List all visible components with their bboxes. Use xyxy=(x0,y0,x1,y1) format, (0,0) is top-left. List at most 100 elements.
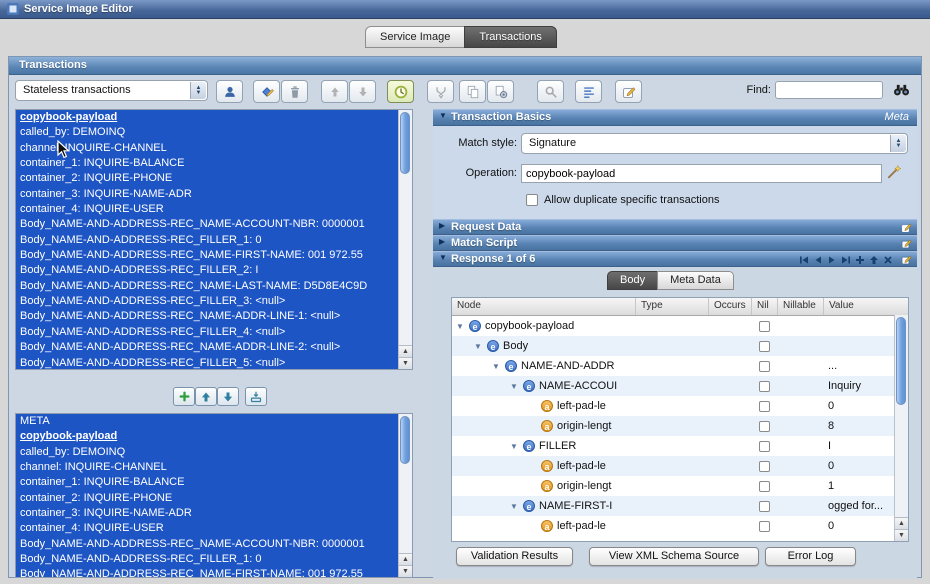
meta-row[interactable]: container_1: INQUIRE-BALANCE xyxy=(16,475,412,490)
transaction-row[interactable]: called_by: DEMOINQ xyxy=(16,125,412,140)
col-nil[interactable]: Nil xyxy=(751,298,777,315)
tree-row[interactable]: aleft-pad-le 0 xyxy=(452,396,895,416)
edit-icon[interactable] xyxy=(901,222,912,236)
node-value[interactable]: 0 xyxy=(823,396,895,416)
node-value[interactable]: 0 xyxy=(823,516,895,536)
col-value[interactable]: Value xyxy=(823,298,895,315)
error-log-button[interactable]: Error Log xyxy=(765,547,856,566)
import-meta-button[interactable] xyxy=(245,387,267,406)
expander-right-icon[interactable]: ▶ xyxy=(439,237,445,246)
transaction-row[interactable]: Body_NAME-AND-ADDRESS-REC_NAME-LAST-NAME… xyxy=(16,279,412,294)
tab-service-image[interactable]: Service Image xyxy=(365,26,464,48)
copy-docs-button[interactable] xyxy=(459,80,486,103)
meta-move-up-button[interactable] xyxy=(195,387,217,406)
node-value[interactable]: ... xyxy=(823,356,895,376)
meta-row[interactable]: container_2: INQUIRE-PHONE xyxy=(16,491,412,506)
delete-button[interactable] xyxy=(281,80,308,103)
operation-input[interactable] xyxy=(521,164,882,183)
merge-button[interactable] xyxy=(427,80,454,103)
expander-down-icon[interactable]: ▼ xyxy=(439,253,447,262)
scroll-up-icon[interactable]: ▲ xyxy=(399,345,412,357)
scroll-up-icon[interactable]: ▲ xyxy=(399,553,412,565)
node-value[interactable]: Inquiry xyxy=(823,376,895,396)
nil-checkbox[interactable] xyxy=(759,361,770,372)
title-bar[interactable]: Service Image Editor xyxy=(0,0,930,19)
nil-checkbox[interactable] xyxy=(759,381,770,392)
response-header[interactable]: ▼ Response 1 of 6 xyxy=(433,251,917,267)
nil-checkbox[interactable] xyxy=(759,341,770,352)
meta-row[interactable]: Body_NAME-AND-ADDRESS-REC_NAME-FIRST-NAM… xyxy=(16,567,412,578)
node-value[interactable] xyxy=(823,336,895,356)
scroll-down-icon[interactable]: ▼ xyxy=(399,565,412,577)
view-xml-schema-source-button[interactable]: View XML Schema Source xyxy=(589,547,759,566)
transaction-row[interactable]: Body_NAME-AND-ADDRESS-REC_FILLER_2: I xyxy=(16,263,412,278)
meta-row[interactable]: called_by: DEMOINQ xyxy=(16,445,412,460)
sort-list-button[interactable] xyxy=(575,80,602,103)
col-type[interactable]: Type xyxy=(635,298,708,315)
add-plus-icon[interactable] xyxy=(855,255,865,265)
expander-down-icon[interactable]: ▼ xyxy=(439,111,447,120)
expander-right-icon[interactable]: ▶ xyxy=(439,221,445,230)
col-node[interactable]: Node xyxy=(452,298,635,315)
nil-checkbox[interactable] xyxy=(759,421,770,432)
scrollbar-thumb[interactable] xyxy=(400,416,410,464)
transaction-row[interactable]: container_2: INQUIRE-PHONE xyxy=(16,171,412,186)
node-value[interactable]: I xyxy=(823,436,895,456)
meta-row[interactable]: META xyxy=(16,414,412,429)
meta-move-down-button[interactable] xyxy=(217,387,239,406)
add-meta-button[interactable] xyxy=(173,387,195,406)
tree-row[interactable]: ▼eNAME-FIRST-I ogged for... xyxy=(452,496,895,516)
meta-row[interactable]: Body_NAME-AND-ADDRESS-REC_FILLER_1: 0 xyxy=(16,552,412,567)
process-docs-button[interactable] xyxy=(487,80,514,103)
col-nillable[interactable]: Nillable xyxy=(777,298,823,315)
scrollbar-thumb[interactable] xyxy=(896,317,906,405)
scroll-down-icon[interactable]: ▼ xyxy=(895,529,908,541)
move-down-button[interactable] xyxy=(349,80,376,103)
edit-icon[interactable] xyxy=(901,254,912,268)
user-button[interactable] xyxy=(216,80,243,103)
transaction-row[interactable]: Body_NAME-AND-ADDRESS-REC_FILLER_1: 0 xyxy=(16,233,412,248)
nil-checkbox[interactable] xyxy=(759,501,770,512)
transaction-row[interactable]: container_1: INQUIRE-BALANCE xyxy=(16,156,412,171)
node-value[interactable] xyxy=(823,316,895,336)
node-value[interactable]: ogged for... xyxy=(823,496,895,516)
tree-row[interactable]: ▼eBody xyxy=(452,336,895,356)
tree-row[interactable]: ▼eNAME-AND-ADDR ... xyxy=(452,356,895,376)
scroll-down-icon[interactable]: ▼ xyxy=(399,357,412,369)
tree-row[interactable]: aleft-pad-le 0 xyxy=(452,456,895,476)
edit-value-button[interactable] xyxy=(253,80,280,103)
node-value[interactable]: 8 xyxy=(823,416,895,436)
first-icon[interactable] xyxy=(799,255,809,265)
binoculars-icon[interactable] xyxy=(893,82,910,100)
request-data-header[interactable]: ▶ Request Data xyxy=(433,219,917,235)
col-occurs[interactable]: Occurs xyxy=(708,298,751,315)
nil-checkbox[interactable] xyxy=(759,481,770,492)
meta-list-scrollbar[interactable]: ▲ ▼ xyxy=(398,414,412,577)
validation-results-button[interactable]: Validation Results xyxy=(456,547,573,566)
meta-row[interactable]: Body_NAME-AND-ADDRESS-REC_NAME-ACCOUNT-N… xyxy=(16,537,412,552)
allow-duplicates-checkbox[interactable] xyxy=(526,194,538,206)
transaction-row[interactable]: container_4: INQUIRE-USER xyxy=(16,202,412,217)
meta-row[interactable]: copybook-payload xyxy=(16,429,412,444)
nil-checkbox[interactable] xyxy=(759,321,770,332)
expander-down-icon[interactable]: ▼ xyxy=(510,502,523,511)
expander-down-icon[interactable]: ▼ xyxy=(456,322,469,331)
transaction-row[interactable]: Body_NAME-AND-ADDRESS-REC_FILLER_5: <nul… xyxy=(16,356,412,371)
table-scrollbar[interactable]: ▲ ▼ xyxy=(894,315,908,541)
transaction-row[interactable]: Body_NAME-AND-ADDRESS-REC_NAME-ADDR-LINE… xyxy=(16,340,412,355)
nil-checkbox[interactable] xyxy=(759,521,770,532)
meta-row[interactable]: channel: INQUIRE-CHANNEL xyxy=(16,460,412,475)
timer-button[interactable] xyxy=(387,80,414,103)
expander-down-icon[interactable]: ▼ xyxy=(492,362,505,371)
tree-row[interactable]: ▼ecopybook-payload xyxy=(452,316,895,336)
transaction-row[interactable]: copybook-payload xyxy=(16,110,412,125)
meta-row[interactable]: container_4: INQUIRE-USER xyxy=(16,521,412,536)
expander-down-icon[interactable]: ▼ xyxy=(510,442,523,451)
node-value[interactable]: 1 xyxy=(823,476,895,496)
move-up-button[interactable] xyxy=(321,80,348,103)
transaction-row[interactable]: Body_NAME-AND-ADDRESS-REC_FILLER_4: <nul… xyxy=(16,325,412,340)
transaction-row[interactable]: channel: INQUIRE-CHANNEL xyxy=(16,141,412,156)
last-icon[interactable] xyxy=(841,255,851,265)
tree-row[interactable]: ▼eFILLER I xyxy=(452,436,895,456)
transaction-row[interactable]: Body_NAME-AND-ADDRESS-REC_NAME-FIRST-NAM… xyxy=(16,248,412,263)
